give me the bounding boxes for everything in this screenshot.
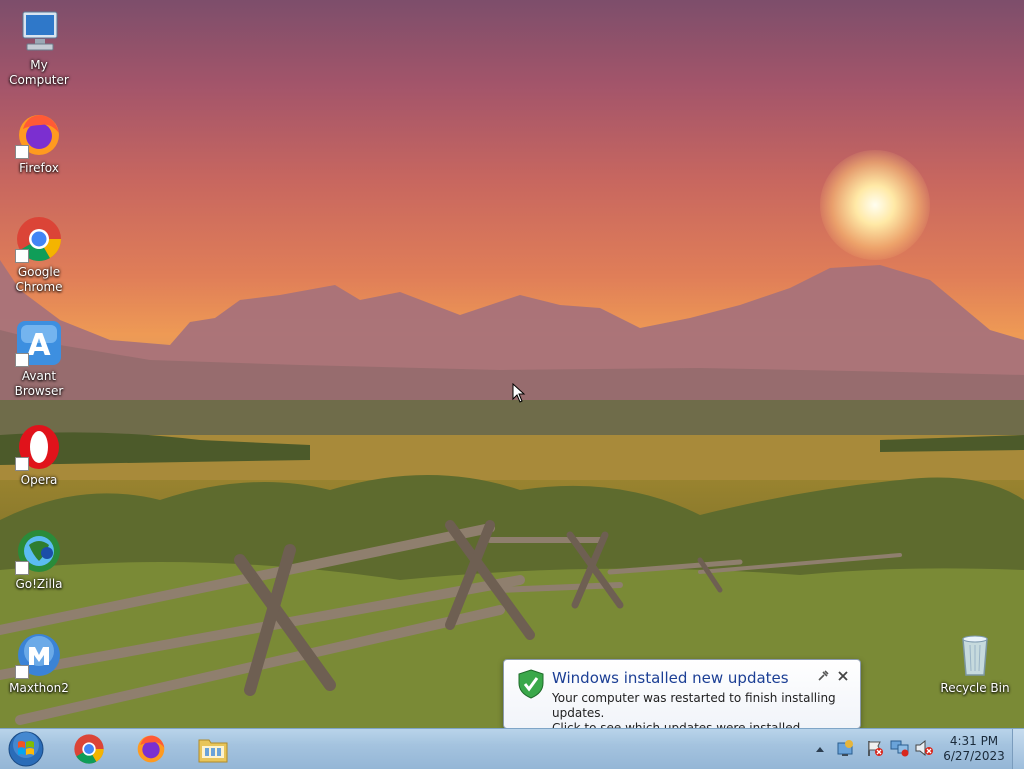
- taskbar-firefox-button[interactable]: [126, 732, 176, 766]
- options-wrench-icon[interactable]: [817, 670, 829, 682]
- computer-icon: [15, 8, 63, 56]
- desktop-icon-label: Opera: [20, 473, 58, 487]
- desktop-icon-label: Maxthon2: [9, 681, 69, 695]
- show-desktop-button[interactable]: [1012, 729, 1024, 769]
- sun: [820, 150, 930, 260]
- taskbar-file-explorer-button[interactable]: [188, 732, 238, 766]
- windows-update-tray-icon[interactable]: [836, 739, 854, 757]
- mouse-cursor-icon: [512, 383, 526, 403]
- update-notification-balloon[interactable]: Windows installed new updates Your compu…: [503, 659, 861, 737]
- desktop-icon-google-chrome[interactable]: Google Chrome: [0, 215, 78, 295]
- shortcut-arrow-icon: [15, 249, 29, 263]
- desktop-icon-maxthon2[interactable]: Maxthon2: [0, 631, 78, 696]
- desktop-icon-label: Avant Browser: [14, 369, 64, 398]
- desktop-icon-opera[interactable]: Opera: [0, 423, 78, 488]
- taskbar-chrome-button[interactable]: [64, 732, 114, 766]
- show-hidden-icons-button[interactable]: [815, 745, 825, 753]
- shortcut-arrow-icon: [15, 145, 29, 159]
- avant-browser-icon: A: [15, 319, 63, 367]
- maxthon-icon: [15, 631, 63, 679]
- security-shield-icon: [518, 669, 544, 699]
- desktop-icon-firefox[interactable]: Firefox: [0, 111, 78, 176]
- recycle-bin-icon: [951, 631, 999, 679]
- chrome-icon: [74, 734, 104, 764]
- clock-date: 6/27/2023: [943, 749, 1005, 763]
- desktop-icon-label: My Computer: [9, 58, 69, 87]
- volume-muted-icon[interactable]: [914, 739, 934, 757]
- desktop-icon-label: Google Chrome: [15, 265, 63, 294]
- opera-icon: [15, 423, 63, 471]
- shortcut-arrow-icon: [15, 457, 29, 471]
- mountain-range: [0, 260, 1024, 480]
- taskbar: 4:31 PM 6/27/2023: [0, 728, 1024, 769]
- svg-text:A: A: [27, 328, 51, 363]
- shortcut-arrow-icon: [15, 665, 29, 679]
- close-icon[interactable]: [837, 670, 849, 682]
- taskbar-clock[interactable]: 4:31 PM 6/27/2023: [940, 734, 1008, 764]
- desktop-icon-label: Go!Zilla: [15, 577, 63, 591]
- action-center-flag-icon[interactable]: [866, 739, 884, 757]
- windows-logo-icon: [8, 731, 44, 767]
- desktop-icon-label: Recycle Bin: [940, 681, 1010, 695]
- shortcut-arrow-icon: [15, 353, 29, 367]
- notification-title: Windows installed new updates: [552, 669, 789, 687]
- notification-line-1: Your computer was restarted to finish in…: [552, 691, 836, 720]
- clock-time: 4:31 PM: [949, 734, 999, 748]
- shortcut-arrow-icon: [15, 561, 29, 575]
- desktop-icon-gozilla[interactable]: Go!Zilla: [0, 527, 78, 592]
- desktop-icon-my-computer[interactable]: My Computer: [0, 8, 78, 88]
- firefox-icon: [15, 111, 63, 159]
- desktop-icon-label: Firefox: [19, 161, 59, 175]
- desktop-wallpaper: [0, 0, 1024, 728]
- desktop-icon-avant-browser[interactable]: A Avant Browser: [0, 319, 78, 399]
- file-explorer-icon: [198, 739, 228, 763]
- gozilla-icon: [15, 527, 63, 575]
- firefox-icon: [137, 735, 165, 763]
- desktop-icon-recycle-bin[interactable]: Recycle Bin: [936, 631, 1014, 696]
- network-icon[interactable]: [890, 739, 910, 757]
- chrome-icon: [15, 215, 63, 263]
- start-button[interactable]: [6, 731, 46, 767]
